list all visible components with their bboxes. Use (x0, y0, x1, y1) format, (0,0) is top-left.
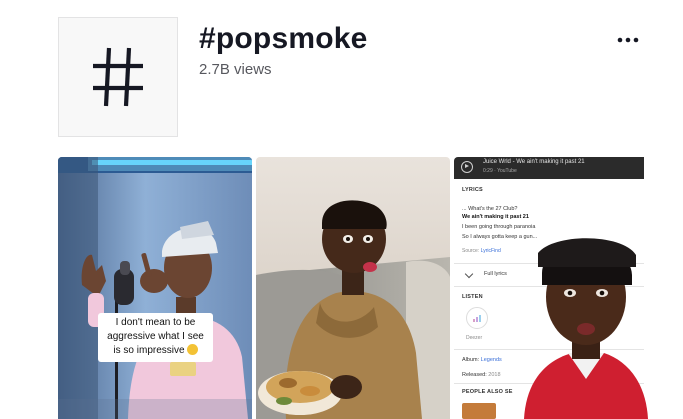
album-prefix: Album: (462, 357, 481, 363)
released-prefix: Released: (462, 372, 489, 378)
hashtag-title: #popsmoke (199, 22, 368, 55)
caption-line: aggressive what I see (107, 331, 204, 342)
lyrics-header: LYRICS (462, 187, 483, 193)
caption-line: I don't mean to be (115, 317, 196, 328)
full-lyrics-link: Full lyrics (484, 271, 507, 277)
caption-line: is so impressive (102, 344, 209, 358)
chevron-down-icon (464, 269, 474, 279)
ellipsis-horizontal-icon (617, 37, 639, 43)
lyrics-source: Source: LyricFind (462, 248, 501, 254)
more-options-button[interactable] (610, 26, 646, 54)
video-thumbnail (256, 157, 450, 419)
grimace-emoji-icon (186, 344, 198, 355)
released-line: Released: 2018 (462, 372, 501, 378)
video-card[interactable]: Juice Wrld - We ain't making it past 21 … (454, 157, 648, 419)
view-count: 2.7B views (199, 61, 272, 78)
lyric-line: I been going through paranoia (462, 224, 536, 230)
video-card[interactable]: I don't mean to be aggressive what I see… (58, 157, 252, 419)
lyric-line: We ain't making it past 21 (462, 214, 529, 220)
play-icon (461, 161, 473, 173)
source-prefix: Source: (462, 248, 481, 254)
deezer-label: Deezer (466, 335, 483, 341)
listen-header: LISTEN (462, 294, 483, 300)
released-value: 2018 (488, 372, 501, 378)
media-bar: Juice Wrld - We ain't making it past 21 … (454, 157, 644, 179)
video-caption: I don't mean to be aggressive what I see… (98, 313, 213, 362)
video-grid: I don't mean to be aggressive what I see… (58, 157, 648, 419)
deezer-icon (466, 307, 488, 329)
people-also-search-header: PEOPLE ALSO SE (462, 389, 513, 395)
reaction-face-overlay (524, 238, 648, 419)
media-title: Juice Wrld - We ain't making it past 21 (483, 159, 585, 165)
video-card[interactable] (256, 157, 450, 419)
album-link: Legends (480, 357, 502, 363)
media-subtitle: 0:29 · YouTube (483, 168, 517, 174)
source-link: LyricFind (480, 248, 501, 254)
album-line: Album: Legends (462, 357, 502, 363)
related-thumbnail (462, 403, 496, 419)
caption-line-text: is so impressive (113, 345, 185, 356)
lyric-line: ... What's the 27 Club? (462, 206, 518, 212)
hashtag-page: #popsmoke 2.7B views I don't mean to be … (0, 0, 683, 419)
video-thumbnail (58, 157, 252, 419)
hashtag-icon (93, 47, 143, 107)
hashtag-avatar (58, 17, 178, 137)
